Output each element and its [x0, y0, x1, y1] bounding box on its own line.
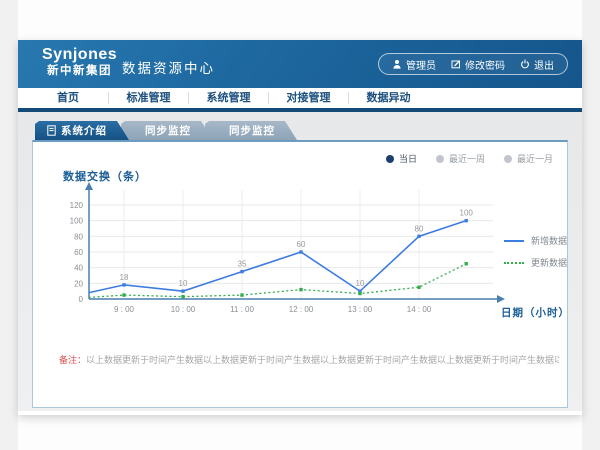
- svg-text:12 : 00: 12 : 00: [289, 305, 314, 314]
- nav-item-数据异动[interactable]: 数据异动: [348, 92, 428, 104]
- svg-text:14 : 00: 14 : 00: [407, 305, 432, 314]
- nav-item-首页[interactable]: 首页: [28, 92, 108, 104]
- page-left-margin: [0, 0, 18, 450]
- page-right-margin: [582, 0, 600, 450]
- nav-item-系统管理[interactable]: 系统管理: [188, 92, 268, 104]
- document-icon: [47, 125, 56, 136]
- content-panel: 当日最近一周最近一月 数据交换（条） 0204060801001209 : 00…: [32, 140, 568, 408]
- time-range-filter: 当日 最近一周 最近一月: [386, 152, 553, 165]
- radio-dot-icon: [436, 155, 444, 163]
- user-bar: 管理员 修改密码 退出: [378, 53, 568, 75]
- svg-text:10: 10: [356, 279, 365, 288]
- app-window: Synjones 新中新集团 数据资源中心 管理员修改密码退出 首页标准管理系统…: [18, 40, 582, 415]
- logo-text: Synjones: [42, 46, 117, 64]
- x-axis-title: 日期（小时）: [501, 305, 567, 320]
- tab-同步监控-2[interactable]: 同步监控: [205, 121, 297, 140]
- tab-bar: 系统介绍 同步监控 同步监控: [35, 121, 582, 140]
- company-logo: Synjones 新中新集团: [42, 46, 117, 78]
- legend-line-icon: [504, 240, 524, 242]
- svg-text:80: 80: [415, 224, 424, 233]
- svg-text:0: 0: [79, 295, 84, 304]
- edit-icon: [451, 59, 461, 69]
- svg-text:60: 60: [74, 248, 83, 257]
- app-title: 数据资源中心: [122, 57, 215, 77]
- user-icon: [392, 59, 402, 69]
- svg-text:35: 35: [238, 260, 247, 269]
- legend-item-更新数据: 更新数据: [504, 256, 567, 269]
- radio-label: 最近一月: [517, 152, 553, 165]
- content-area: 系统介绍同步监控同步监控 当日最近一周最近一月 数据交换（条） 02040608…: [18, 112, 582, 411]
- nav-item-标准管理[interactable]: 标准管理: [108, 92, 188, 104]
- svg-text:13 : 00: 13 : 00: [348, 305, 373, 314]
- legend-label: 更新数据: [531, 256, 567, 269]
- legend-label: 新增数据: [531, 234, 567, 247]
- svg-text:80: 80: [74, 232, 83, 241]
- tab-同步监控-1[interactable]: 同步监控: [121, 121, 213, 140]
- legend-item-新增数据: 新增数据: [504, 234, 567, 247]
- svg-text:100: 100: [460, 209, 474, 218]
- footnote-text: 以上数据更新于时间产生数据以上数据更新于时间产生数据以上数据更新于时间产生数据以…: [86, 355, 559, 365]
- svg-text:100: 100: [70, 217, 84, 226]
- radio-dot-icon: [386, 155, 394, 163]
- footnote-label: 备注：: [59, 355, 86, 365]
- tab-系统介绍-0[interactable]: 系统介绍: [35, 121, 129, 140]
- svg-text:20: 20: [74, 279, 83, 288]
- logo-subtext: 新中新集团: [42, 64, 117, 78]
- tab-label: 系统介绍: [61, 123, 107, 138]
- svg-text:9 : 00: 9 : 00: [114, 305, 135, 314]
- svg-text:10: 10: [179, 279, 188, 288]
- svg-text:120: 120: [70, 201, 84, 210]
- nav-item-对接管理[interactable]: 对接管理: [268, 92, 348, 104]
- svg-text:11 : 00: 11 : 00: [230, 305, 254, 314]
- user-bar-user[interactable]: 管理员: [392, 57, 436, 72]
- tab-label: 同步监控: [145, 123, 191, 138]
- radio-最近一月[interactable]: 最近一月: [504, 152, 553, 165]
- radio-当日[interactable]: 当日: [386, 152, 417, 165]
- main-nav: 首页标准管理系统管理对接管理数据异动: [18, 88, 582, 112]
- legend-line-icon: [504, 262, 524, 264]
- svg-text:18: 18: [120, 273, 129, 282]
- radio-label: 当日: [399, 152, 417, 165]
- radio-最近一周[interactable]: 最近一周: [436, 152, 485, 165]
- footnote: 备注：以上数据更新于时间产生数据以上数据更新于时间产生数据以上数据更新于时间产生…: [59, 353, 559, 366]
- user-bar-power[interactable]: 退出: [520, 57, 554, 72]
- radio-label: 最近一周: [449, 152, 485, 165]
- app-header: Synjones 新中新集团 数据资源中心 管理员 修改密码 退出: [18, 40, 582, 88]
- user-bar-label: 退出: [534, 57, 554, 72]
- svg-text:40: 40: [74, 264, 83, 273]
- user-bar-label: 修改密码: [465, 57, 505, 72]
- radio-dot-icon: [504, 155, 512, 163]
- user-bar-label: 管理员: [406, 57, 436, 72]
- power-icon: [520, 59, 530, 69]
- chart-legend: 新增数据更新数据: [504, 234, 567, 269]
- user-bar-edit[interactable]: 修改密码: [451, 57, 505, 72]
- line-chart: 0 20 40 60 80 100 120 9 : 00 10 : 00 11 : 00 12 : …: [33, 180, 567, 320]
- tab-label: 同步监控: [229, 123, 275, 138]
- svg-text:10 : 00: 10 : 00: [171, 305, 196, 314]
- svg-text:60: 60: [297, 240, 306, 249]
